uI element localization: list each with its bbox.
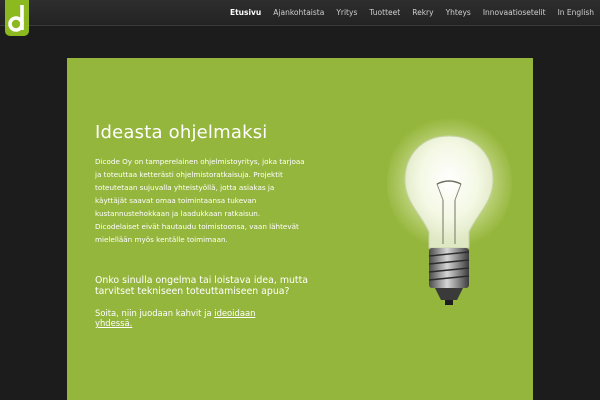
hero-description: Dicode Oy on tamperelainen ohjelmistoyri… — [95, 157, 305, 244]
top-navigation-bar: Etusivu Ajankohtaista Yritys Tuotteet Re… — [0, 0, 600, 36]
dicode-logo[interactable] — [5, 0, 29, 36]
nav-item-tuotteet[interactable]: Tuotteet — [363, 0, 406, 25]
hero-call-to-action: Soita, niin juodaan kahvit ja ideoidaan … — [95, 308, 295, 328]
nav-item-etusivu[interactable]: Etusivu — [224, 0, 267, 25]
hero-question: Onko sinulla ongelma tai loistava idea, … — [95, 275, 309, 297]
nav-item-ajankohtaista[interactable]: Ajankohtaista — [267, 0, 330, 25]
cta-text: Soita, niin juodaan kahvit ja — [95, 308, 215, 318]
nav-item-rekry[interactable]: Rekry — [406, 0, 439, 25]
light-bulb-icon — [404, 135, 494, 305]
nav-item-innovaatiosetelit[interactable]: Innovaatiosetelit — [477, 0, 552, 25]
nav-item-yhteys[interactable]: Yhteys — [440, 0, 477, 25]
logo-letter-d-icon — [8, 5, 24, 32]
main-menu: Etusivu Ajankohtaista Yritys Tuotteet Re… — [224, 0, 600, 25]
nav-item-in-english[interactable]: In English — [552, 0, 600, 25]
hero-headline: Ideasta ohjelmaksi — [95, 122, 268, 143]
nav-item-yritys[interactable]: Yritys — [330, 0, 363, 25]
hero-banner: Ideasta ohjelmaksi Dicode Oy on tamperel… — [67, 58, 533, 400]
